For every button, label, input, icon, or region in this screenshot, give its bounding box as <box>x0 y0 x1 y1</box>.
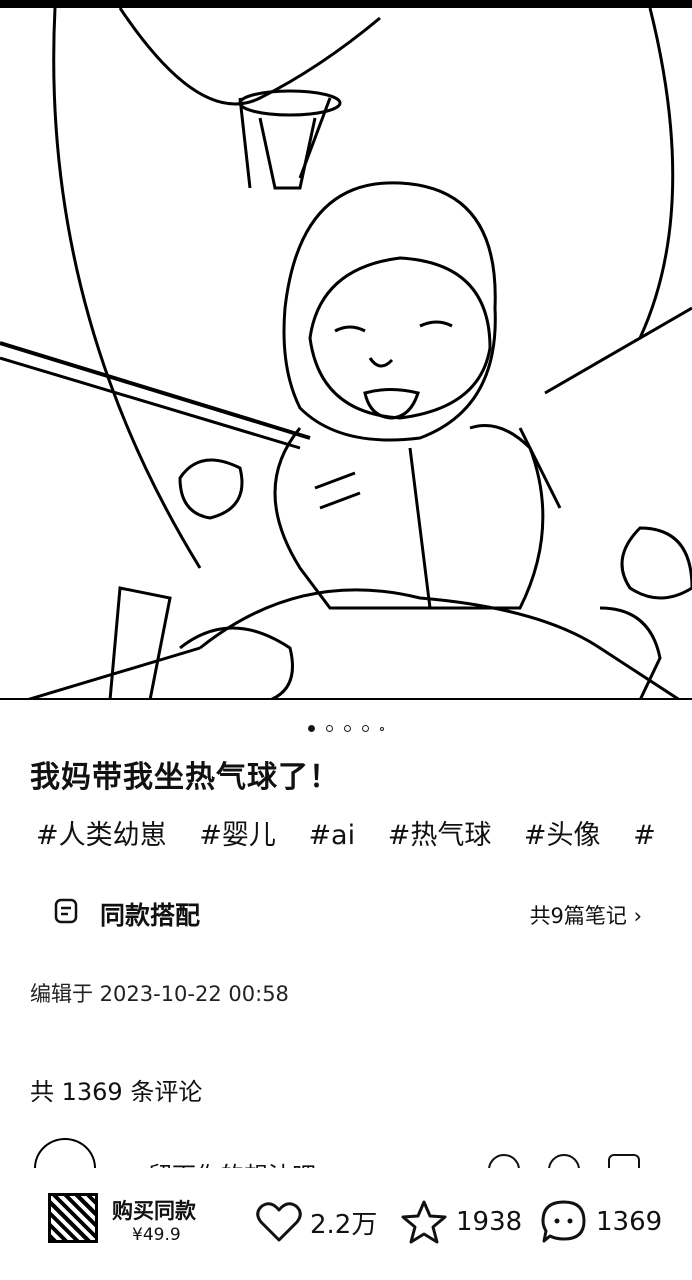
like-count: 2.2万 <box>310 1209 378 1240</box>
carousel-dot[interactable] <box>380 726 385 731</box>
comment-button[interactable]: 1369 <box>540 1197 662 1247</box>
tag[interactable]: #ai <box>308 820 355 851</box>
post-image[interactable] <box>0 0 692 700</box>
tag[interactable]: #婴儿 <box>199 820 276 851</box>
comment-count: 1369 <box>596 1207 663 1237</box>
tag[interactable]: # <box>633 820 656 851</box>
emoji-icon[interactable] <box>548 1154 580 1168</box>
buy-price: ¥49.9 <box>132 1225 181 1245</box>
same-style-match-row[interactable]: 同款搭配 共9篇笔记 › <box>52 890 642 936</box>
tag[interactable]: #头像 <box>524 820 601 851</box>
comment-bubble-icon <box>541 1200 586 1243</box>
edited-timestamp: 编辑于 2023-10-22 00:58 <box>30 982 289 1006</box>
image-icon[interactable] <box>608 1154 640 1168</box>
like-button[interactable]: 2.2万 <box>256 1197 377 1247</box>
tag[interactable]: #人类幼崽 <box>36 820 167 851</box>
carousel-dot[interactable] <box>325 725 333 732</box>
product-thumbnail <box>48 1193 98 1243</box>
buy-label: 购买同款 <box>112 1199 196 1223</box>
baby-balloon-illustration <box>0 8 692 698</box>
heart-icon <box>256 1202 302 1242</box>
carousel-dot[interactable] <box>307 725 315 732</box>
carousel-dot[interactable] <box>344 725 351 732</box>
buy-same-button[interactable]: 购买同款 ¥49.9 <box>48 1193 248 1253</box>
star-icon <box>401 1200 447 1244</box>
mention-icon[interactable] <box>488 1154 520 1168</box>
avatar <box>34 1138 96 1168</box>
comment-input[interactable]: 留下你的想法吧 <box>148 1156 316 1168</box>
comment-input-row[interactable]: 留下你的想法吧 <box>30 1138 670 1168</box>
carousel-indicator <box>0 718 692 732</box>
tag-list: #人类幼崽 #婴儿 #ai #热气球 #头像 # <box>36 813 680 852</box>
carousel-dot[interactable] <box>362 725 370 732</box>
comments-count-header: 共 1369 条评论 <box>30 1078 203 1106</box>
post-title: 我妈带我坐热气球了！ <box>30 760 340 795</box>
note-icon <box>54 898 78 924</box>
match-count-link[interactable]: 共9篇笔记 › <box>530 900 642 930</box>
match-label: 同款搭配 <box>100 901 201 930</box>
favorite-count: 1938 <box>456 1207 523 1237</box>
favorite-button[interactable]: 1938 <box>400 1197 522 1247</box>
bottom-action-bar: 购买同款 ¥49.9 2.2万 1938 1369 <box>0 1175 692 1280</box>
tag[interactable]: #热气球 <box>388 820 492 851</box>
